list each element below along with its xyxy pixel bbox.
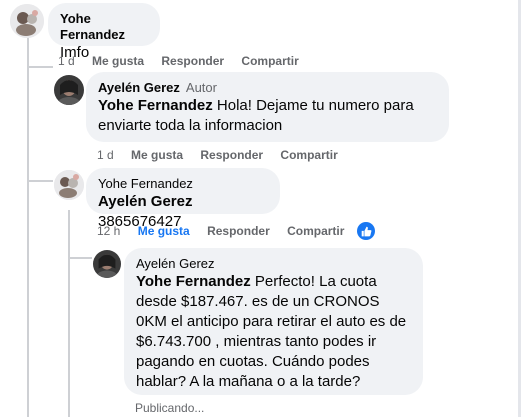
share-button[interactable]: Compartir: [287, 224, 344, 238]
comment-bubble: Yohe Fernandez Ayelén Gerez 3865676427: [86, 168, 280, 230]
like-button[interactable]: Me gusta: [131, 148, 183, 162]
comment-author[interactable]: Yohe Fernandez: [98, 176, 268, 192]
reply-button[interactable]: Responder: [161, 54, 224, 68]
like-button[interactable]: Me gusta: [92, 54, 144, 68]
thread-line: [27, 38, 29, 417]
avatar[interactable]: [93, 250, 121, 278]
avatar[interactable]: [54, 75, 84, 105]
comment-text: Yohe Fernandez Perfecto! La cuota desde …: [136, 273, 407, 390]
reply-button[interactable]: Responder: [200, 148, 263, 162]
comment-bubble: Yohe Fernandez Imfo: [48, 3, 160, 61]
like-button[interactable]: Me gusta: [138, 224, 190, 238]
comment-actions: 1 d Me gusta Responder Compartir: [97, 148, 352, 162]
thread-line: [27, 66, 53, 68]
mention-link[interactable]: Ayelén Gerez: [98, 193, 193, 210]
thread-line: [68, 210, 70, 417]
mention-link[interactable]: Yohe Fernandez: [98, 97, 213, 114]
mention-link[interactable]: Yohe Fernandez: [136, 273, 251, 290]
author-badge: Autor: [185, 80, 217, 95]
comment-time[interactable]: 12 h: [97, 224, 120, 238]
comment-author[interactable]: Yohe Fernandez: [60, 11, 148, 43]
comment-bubble: Ayelén Gerez Autor Yohe Fernandez Hola! D…: [86, 72, 449, 142]
share-button[interactable]: Compartir: [280, 148, 337, 162]
share-button[interactable]: Compartir: [241, 54, 298, 68]
comment-time[interactable]: 1 d: [97, 148, 114, 162]
like-reaction-icon[interactable]: [357, 222, 375, 240]
thread-line: [27, 180, 53, 182]
comment-time[interactable]: 1 d: [58, 54, 75, 68]
comment-author[interactable]: Ayelén Gerez: [98, 80, 180, 95]
comment-actions: 12 h Me gusta Responder Compartir: [97, 224, 358, 238]
comment-author[interactable]: Ayelén Gerez: [136, 256, 411, 272]
posting-status: Publicando...: [135, 401, 205, 415]
avatar[interactable]: [10, 4, 44, 38]
comment-actions: 1 d Me gusta Responder Compartir: [58, 54, 313, 68]
comment-bubble: Ayelén Gerez Yohe Fernandez Perfecto! La…: [124, 248, 423, 395]
avatar[interactable]: [54, 170, 84, 200]
reply-button[interactable]: Responder: [207, 224, 270, 238]
thread-line: [68, 257, 92, 259]
comment-text: Yohe Fernandez Hola! Dejame tu numero pa…: [98, 97, 414, 134]
